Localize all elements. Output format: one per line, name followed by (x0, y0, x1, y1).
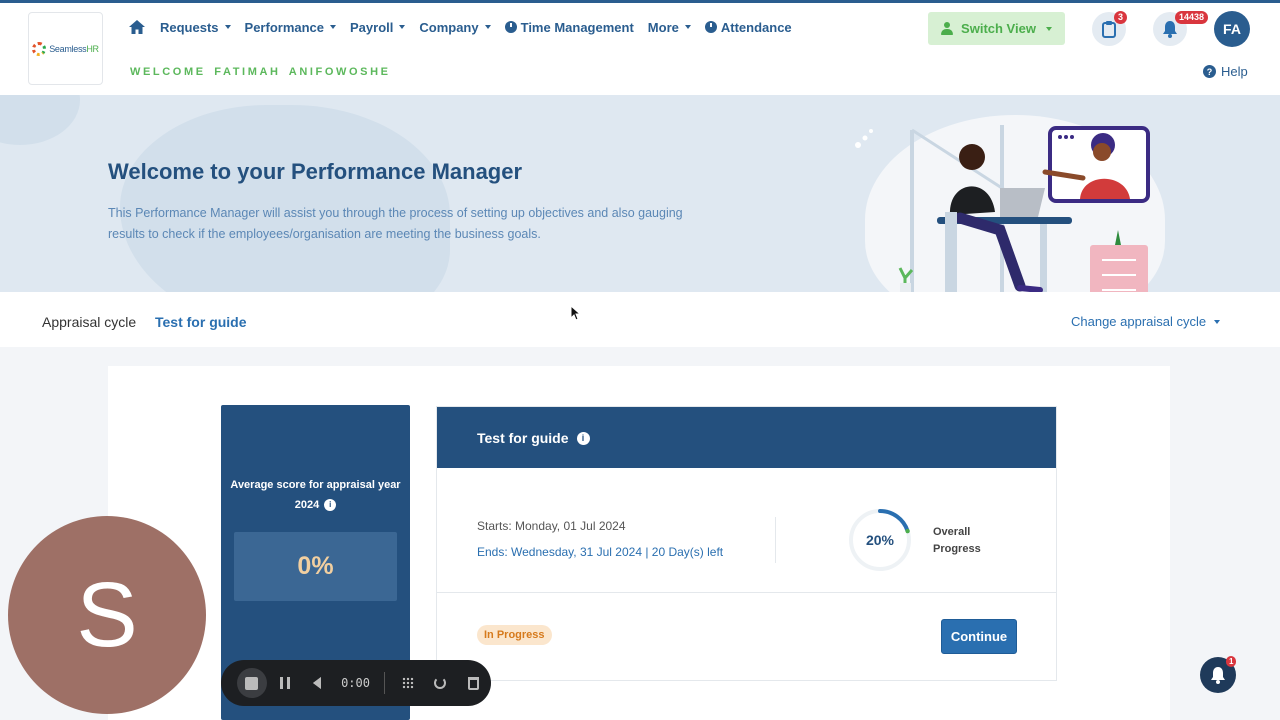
clock-icon (704, 21, 717, 33)
overall-progress-value: 20% (865, 532, 895, 548)
chevron-down-icon (1214, 319, 1221, 324)
grid-icon (401, 677, 414, 689)
mouse-cursor-icon (570, 305, 580, 321)
chevron-down-icon (684, 25, 691, 29)
appraisal-cycle-card: Test for guide i Starts: Monday, 01 Jul … (436, 406, 1057, 681)
banner-description: This Performance Manager will assist you… (108, 206, 683, 241)
appraisal-card-header: Test for guide i (437, 407, 1056, 468)
info-icon[interactable]: i (324, 499, 337, 512)
notifications-badge: 14438 (1175, 11, 1209, 24)
appraisal-card-title: Test for guide i (477, 430, 590, 446)
nav-performance[interactable]: Performance (245, 20, 337, 35)
floating-notifications-badge: 1 (1226, 656, 1237, 667)
recording-timer: 0:00 (341, 676, 370, 690)
appraisal-cycle-label: Appraisal cycle (42, 314, 137, 330)
floating-notifications-button[interactable]: 1 (1200, 656, 1237, 693)
drag-handle[interactable] (393, 668, 423, 698)
rewind-icon (313, 677, 322, 689)
info-icon[interactable]: i (576, 431, 590, 445)
trash-icon (467, 676, 479, 690)
nav-company[interactable]: Company (419, 20, 491, 35)
divider (437, 592, 1056, 593)
end-date: Ends: Wednesday, 31 Jul 2024 | 20 Day(s)… (477, 545, 724, 559)
decor-blob (0, 95, 80, 145)
decor-blob (120, 105, 450, 292)
rewind-button[interactable] (302, 668, 332, 698)
chevron-down-icon (1045, 26, 1052, 31)
nav-requests[interactable]: Requests (160, 20, 231, 35)
clock-icon (504, 21, 517, 33)
company-logo[interactable]: SeamlessHR (28, 12, 103, 85)
chevron-down-icon (484, 25, 491, 29)
divider (775, 517, 776, 563)
bell-icon (1163, 21, 1177, 38)
stop-icon (245, 676, 259, 690)
chevron-down-icon (224, 25, 231, 29)
average-score-value: 0% (234, 532, 397, 601)
appraisal-cycle-value: Test for guide (155, 314, 247, 330)
delete-recording-button[interactable] (458, 668, 488, 698)
chevron-down-icon (330, 25, 337, 29)
switch-view-button[interactable]: Switch View (928, 12, 1065, 45)
change-appraisal-cycle-dropdown[interactable]: Change appraisal cycle (1071, 314, 1221, 329)
continue-button[interactable]: Continue (941, 619, 1017, 654)
average-score-label: Average score for appraisal year 2024 i (230, 479, 401, 512)
divider (383, 672, 385, 694)
appraisal-cycle-bar: Appraisal cycle Test for guide Change ap… (0, 292, 1280, 347)
question-icon: ? (1203, 65, 1216, 78)
restart-recording-button[interactable] (426, 668, 456, 698)
nav-home[interactable] (128, 19, 146, 35)
pause-recording-button[interactable] (270, 668, 300, 698)
overall-progress-label: Overall Progress (933, 526, 981, 555)
stop-recording-button[interactable] (237, 668, 267, 698)
help-link[interactable]: ? Help (1203, 64, 1248, 79)
main-nav: Requests Performance Payroll Company Tim… (128, 17, 792, 37)
nav-payroll[interactable]: Payroll (350, 20, 406, 35)
pause-icon (279, 677, 290, 689)
notifications-button[interactable]: 14438 (1153, 11, 1209, 46)
clipboard-icon (1102, 21, 1116, 38)
chevron-down-icon (399, 25, 406, 29)
undo-icon (434, 677, 447, 689)
start-date: Starts: Monday, 01 Jul 2024 (477, 519, 626, 533)
logo-mark-icon (32, 41, 47, 56)
nav-more[interactable]: More (648, 20, 691, 35)
video-call-illustration (855, 125, 1150, 292)
tasks-badge: 3 (1114, 11, 1128, 24)
app-header: SeamlessHR Requests Performance Payroll … (0, 3, 1280, 95)
user-icon (941, 22, 954, 35)
status-badge: In Progress (477, 625, 552, 645)
screen-recorder-toolbar: 0:00 (221, 660, 491, 706)
logo-text: SeamlessHR (49, 43, 99, 54)
tasks-button[interactable]: 3 (1092, 11, 1128, 46)
home-icon (129, 20, 145, 34)
welcome-message: WELCOME FATIMAH ANIFOWOSHE (130, 66, 391, 78)
performance-banner: Welcome to your Performance Manager This… (0, 95, 1280, 292)
bell-icon (1211, 667, 1225, 684)
banner-title: Welcome to your Performance Manager (108, 159, 523, 184)
nav-attendance[interactable]: Attendance (704, 20, 792, 35)
nav-time-management[interactable]: Time Management (504, 20, 634, 35)
webcam-bubble[interactable]: S (8, 516, 206, 714)
user-avatar[interactable]: FA (1214, 11, 1250, 47)
